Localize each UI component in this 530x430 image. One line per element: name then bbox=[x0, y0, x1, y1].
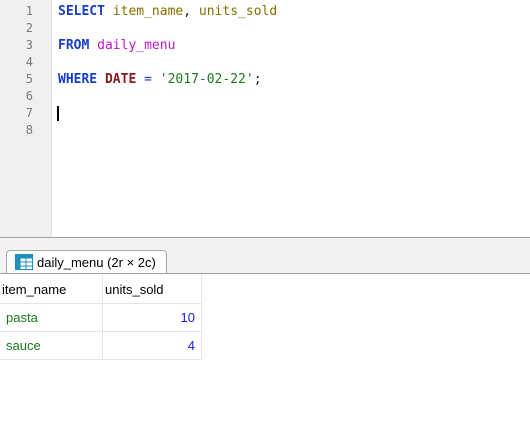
semicolon: ; bbox=[253, 72, 262, 87]
line-number: 4 bbox=[25, 55, 33, 69]
cell-item-name[interactable]: pasta bbox=[0, 303, 103, 332]
result-tab-daily-menu[interactable]: daily_menu (2r × 2c) bbox=[6, 250, 167, 273]
result-tab-bar: daily_menu (2r × 2c) bbox=[0, 238, 530, 274]
cell-units-sold[interactable]: 4 bbox=[102, 331, 202, 360]
column-header-item-name[interactable]: item_name bbox=[0, 275, 103, 304]
cell-units-sold[interactable]: 10 bbox=[102, 303, 202, 332]
line-number: 6 bbox=[25, 89, 33, 103]
line-number: 1 bbox=[25, 4, 33, 18]
table-name: daily_menu bbox=[97, 38, 176, 53]
column-header-units-sold[interactable]: units_sold bbox=[102, 275, 202, 304]
line-number: 8 bbox=[25, 123, 33, 137]
column-units-sold: units_sold bbox=[198, 4, 278, 19]
result-tab-label: daily_menu (2r × 2c) bbox=[37, 254, 156, 270]
code-line-1[interactable]: SELECT item_name, units_sold bbox=[58, 3, 277, 20]
grid-header-row: item_name units_sold bbox=[0, 275, 202, 304]
equals-operator: = bbox=[144, 72, 152, 87]
table-row[interactable]: sauce 4 bbox=[0, 331, 202, 360]
code-line-3[interactable]: FROM daily_menu bbox=[58, 37, 175, 54]
table-grid-icon bbox=[15, 254, 33, 270]
line-number: 5 bbox=[25, 72, 33, 86]
date-string-literal: '2017-02-22' bbox=[159, 72, 254, 87]
date-function: DATE bbox=[104, 72, 137, 87]
line-number: 7 bbox=[25, 106, 33, 120]
text-cursor bbox=[57, 106, 59, 121]
code-line-5[interactable]: WHERE DATE = '2017-02-22'; bbox=[58, 71, 262, 88]
cell-item-name[interactable]: sauce bbox=[0, 331, 103, 360]
sql-editor[interactable]: 1 2 3 4 5 6 7 8 SELECT item_name, units_… bbox=[0, 0, 530, 238]
table-row[interactable]: pasta 10 bbox=[0, 303, 202, 332]
where-keyword: WHERE bbox=[58, 72, 98, 87]
result-grid: item_name units_sold pasta 10 sauce 4 bbox=[0, 275, 202, 360]
line-number: 2 bbox=[25, 21, 33, 35]
line-number: 3 bbox=[25, 38, 33, 52]
comma: , bbox=[183, 4, 192, 19]
line-number-gutter: 1 2 3 4 5 6 7 8 bbox=[0, 0, 52, 237]
column-item-name: item_name bbox=[112, 4, 184, 19]
select-keyword: SELECT bbox=[58, 4, 105, 19]
from-keyword: FROM bbox=[58, 38, 90, 53]
